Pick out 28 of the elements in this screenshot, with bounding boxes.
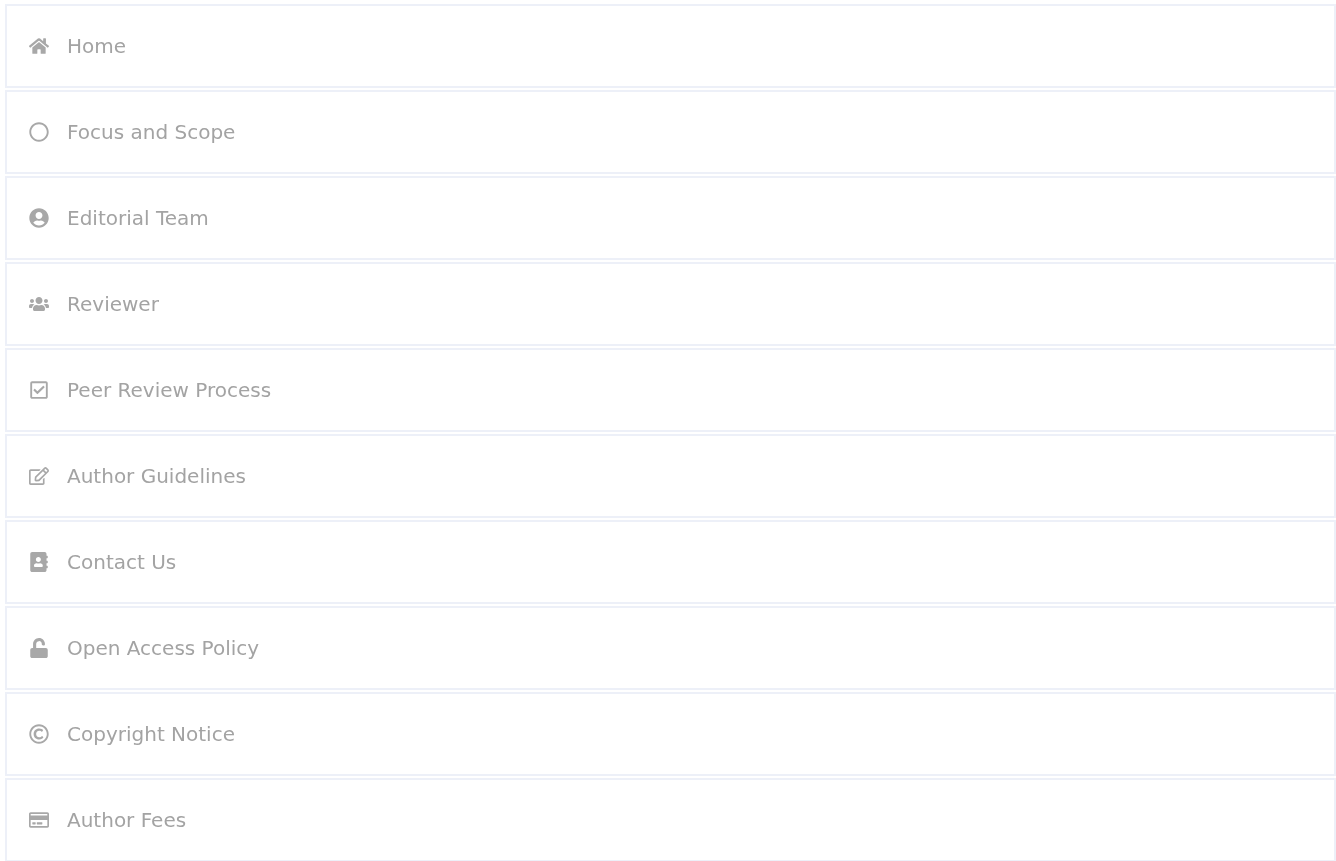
menu-item[interactable]: Reviewer [5, 262, 1336, 346]
credit-card-icon [29, 810, 49, 830]
menu-item[interactable]: Copyright Notice [5, 692, 1336, 776]
menu-item[interactable]: Author Fees [5, 778, 1336, 861]
menu-label: Focus and Scope [67, 119, 236, 146]
menu-item[interactable]: Open Access Policy [5, 606, 1336, 690]
edit-icon [29, 466, 49, 486]
checkbox-icon [29, 380, 49, 400]
address-book-icon [29, 552, 49, 572]
menu-label: Reviewer [67, 291, 159, 318]
menu-item[interactable]: Home [5, 4, 1336, 88]
menu-label: Author Guidelines [67, 463, 246, 490]
menu-item[interactable]: Peer Review Process [5, 348, 1336, 432]
menu-item[interactable]: Editorial Team [5, 176, 1336, 260]
users-icon [29, 294, 49, 314]
unlock-icon [29, 638, 49, 658]
menu-label: Editorial Team [67, 205, 209, 232]
menu-label: Copyright Notice [67, 721, 235, 748]
copyright-icon [29, 724, 49, 744]
menu-item[interactable]: Contact Us [5, 520, 1336, 604]
menu-item[interactable]: Focus and Scope [5, 90, 1336, 174]
home-icon [29, 36, 49, 56]
menu-label: Contact Us [67, 549, 177, 576]
menu-label: Home [67, 33, 127, 60]
menu-item[interactable]: Author Guidelines [5, 434, 1336, 518]
menu-label: Author Fees [67, 807, 187, 834]
menu-label: Open Access Policy [67, 635, 260, 662]
menu-label: Peer Review Process [67, 377, 272, 404]
